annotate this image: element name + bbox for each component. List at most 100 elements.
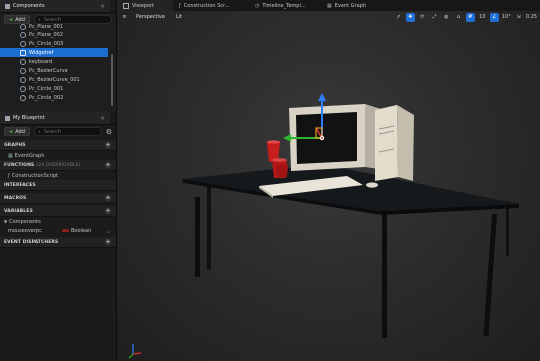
tab-viewport-label: Viewport (132, 2, 155, 9)
red-cup-rim (272, 158, 287, 162)
macros-label: MACROS (4, 195, 27, 201)
mouse-model (366, 182, 378, 188)
component-item[interactable]: Pc_BezierCurve_001 (0, 75, 108, 84)
blueprint-tab-icon (5, 115, 10, 121)
add-variable-icon[interactable]: + (105, 208, 111, 214)
functions-note: (24 OVERRIDABLE) (36, 162, 81, 168)
blueprint-toolbar: + Add ⌕ Search ⚙ (0, 125, 116, 138)
graph-item-label: EventGraph (14, 152, 45, 159)
component-item-label: Pc_Plane_001 (29, 24, 64, 30)
tab-timeline-label: Timeline_Templ... (262, 2, 306, 9)
component-icon (20, 31, 26, 38)
graphs-section[interactable]: GRAPHS + (0, 140, 116, 151)
blueprint-tabbar: My Blueprint × (0, 112, 116, 125)
component-item[interactable]: Pc_Circle_002 (0, 93, 108, 102)
add-function-icon[interactable]: + (105, 162, 111, 168)
table-leg (195, 197, 200, 277)
table-leg (382, 208, 387, 338)
add-component-label: Add (15, 16, 25, 23)
chevron-down-icon: ▼ (4, 219, 8, 224)
gear-icon[interactable]: ⚙ (106, 128, 112, 136)
functions-section[interactable]: FUNCTIONS (24 OVERRIDABLE) + (0, 160, 116, 171)
viewport[interactable]: ≡ Perspective Lit ➚ ✥ ⟳ ⤢ ◍ ⌂ # 10 ∠ 10°… (117, 11, 540, 361)
component-icon (20, 94, 26, 101)
axis-indicator (128, 344, 142, 359)
component-item[interactable]: Pc_Circle_003 (0, 39, 108, 48)
timeline-tab-icon: ◷ (255, 2, 260, 9)
function-item[interactable]: ƒ ConstructionScript (0, 171, 116, 180)
pc-tower-side (397, 105, 414, 181)
component-icon (20, 40, 26, 47)
interfaces-section[interactable]: INTERFACES (0, 180, 116, 191)
search-icon: ⌕ (37, 128, 41, 135)
my-blueprint-tab[interactable]: My Blueprint × (0, 112, 110, 124)
add-macro-icon[interactable]: + (105, 195, 111, 201)
component-item-label: Pc_Circle_002 (29, 94, 64, 101)
widget-icon (20, 49, 26, 56)
add-graph-icon[interactable]: + (105, 142, 111, 148)
close-icon[interactable]: × (92, 115, 105, 122)
component-item-label: Widgetref (29, 49, 54, 56)
boolean-pin-icon (62, 229, 69, 232)
table-leg (506, 201, 509, 256)
add-blueprint-item-button[interactable]: + Add (4, 127, 30, 136)
component-item-label: keyboard (29, 58, 53, 65)
eye-icon[interactable]: ◡ (107, 228, 111, 234)
table-leg (207, 187, 211, 270)
functions-label: FUNCTIONS (4, 162, 35, 168)
add-component-button[interactable]: + Add (4, 15, 30, 24)
function-icon: ƒ (8, 172, 10, 179)
red-cup (276, 165, 288, 177)
plus-icon: + (9, 16, 14, 23)
components-tab-icon (5, 3, 10, 9)
component-item[interactable]: keyboard (0, 57, 108, 66)
components-tabbar: Components × (0, 0, 116, 13)
close-icon[interactable]: × (92, 3, 105, 10)
blueprint-panel: My Blueprint × + Add ⌕ Search ⚙ GRAPHS + ▦ E… (0, 112, 117, 361)
components-search-placeholder: Search (43, 16, 61, 23)
component-item[interactable]: Pc_BezierCurve (0, 66, 108, 75)
viewport-tab-icon (123, 2, 129, 9)
blueprint-search-placeholder: Search (43, 128, 61, 135)
function-tab-icon: ƒ (179, 2, 181, 9)
tab-event-graph[interactable]: ▦ Event Graph (321, 0, 393, 11)
variable-name: mouseoverpc (8, 227, 42, 234)
plus-icon: + (9, 128, 14, 135)
blueprint-search-input[interactable]: ⌕ Search (33, 127, 102, 136)
components-search-input[interactable]: ⌕ Search (33, 15, 112, 24)
red-cup-rim (267, 140, 280, 144)
gizmo-x-arrow (283, 134, 291, 142)
editor-tabbar: Viewport ƒ Construction Scr... ◷ Timeline_… (117, 0, 540, 11)
components-tab[interactable]: Components × (0, 0, 110, 12)
component-icon (20, 67, 26, 74)
component-item-label: Pc_Circle_003 (29, 40, 64, 47)
tab-viewport[interactable]: Viewport (117, 0, 173, 11)
graphs-label: GRAPHS (4, 142, 26, 148)
component-item-label: Pc_BezierCurve_001 (29, 76, 80, 83)
add-dispatcher-icon[interactable]: + (105, 239, 111, 245)
pc-tower-front (375, 105, 398, 181)
interfaces-label: INTERFACES (4, 182, 36, 188)
component-item-label: Pc_Circle_001 (29, 85, 64, 92)
graph-item[interactable]: ▦ EventGraph (0, 151, 116, 160)
event-dispatchers-section[interactable]: EVENT DISPATCHERS + (0, 237, 116, 248)
component-item-selected[interactable]: Widgetref (0, 48, 108, 57)
component-icon (20, 58, 26, 65)
variables-label: VARIABLES (4, 208, 33, 214)
graph-icon: ▦ (8, 152, 13, 159)
components-category[interactable]: ▼ Components (0, 217, 116, 226)
components-tree: Pc_Plane_001 Pc_Plane_002 Pc_Circle_003 … (0, 24, 108, 102)
component-icon (20, 76, 26, 83)
gizmo-z-arrow (318, 93, 326, 101)
variable-item[interactable]: mouseoverpc Boolean ◡ (0, 226, 116, 235)
scene (128, 93, 519, 359)
component-item[interactable]: Pc_Circle_001 (0, 84, 108, 93)
table-leg (483, 213, 497, 336)
tab-construction-script[interactable]: ƒ Construction Scr... (173, 0, 249, 11)
search-icon: ⌕ (37, 16, 41, 23)
macros-section[interactable]: MACROS + (0, 193, 116, 204)
variables-section[interactable]: VARIABLES + (0, 206, 116, 217)
component-item[interactable]: Pc_Plane_002 (0, 30, 108, 39)
tab-timeline-template[interactable]: ◷ Timeline_Templ... (249, 0, 321, 11)
components-scrollbar[interactable] (111, 54, 113, 106)
